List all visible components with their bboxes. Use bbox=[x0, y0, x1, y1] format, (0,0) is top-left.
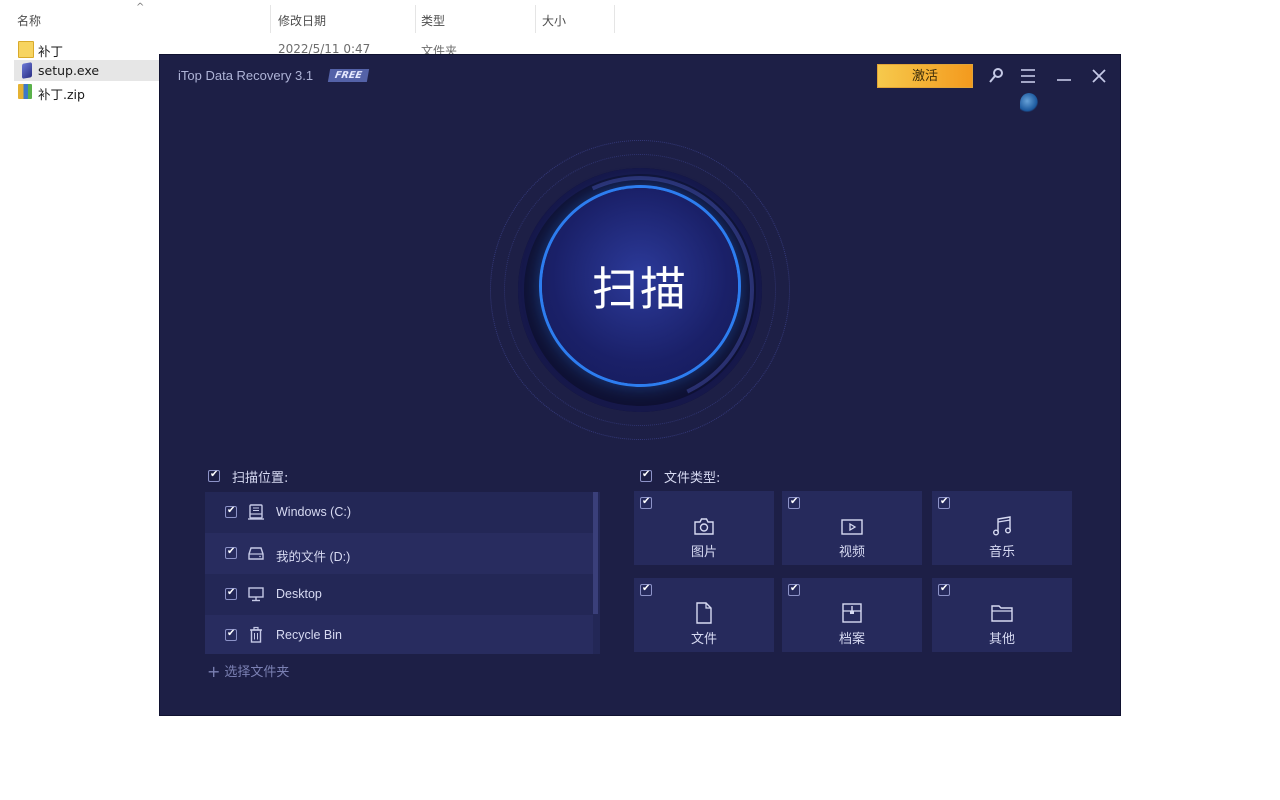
key-icon[interactable] bbox=[985, 65, 1007, 87]
file-type-checkbox[interactable] bbox=[938, 583, 950, 596]
scan-button[interactable]: 扫描 bbox=[542, 188, 738, 384]
video-icon bbox=[840, 515, 864, 537]
close-icon[interactable] bbox=[1088, 65, 1110, 87]
file-modified: 2022/5/11 0:47 bbox=[278, 42, 371, 56]
location-item[interactable]: 我的文件 (D:) bbox=[205, 533, 593, 574]
file-name: 补丁 bbox=[38, 44, 64, 59]
activate-button[interactable]: 激活 bbox=[877, 64, 973, 88]
scan-label: 扫描 bbox=[592, 262, 688, 316]
file-type-checkbox[interactable] bbox=[640, 469, 652, 482]
location-item[interactable]: Recycle Bin bbox=[205, 615, 593, 654]
file-type-card-archives[interactable]: 档案 bbox=[782, 578, 922, 652]
app-window: iTop Data Recovery 3.1 FREE 激活 扫描 扫描位置: bbox=[160, 55, 1120, 715]
column-type[interactable]: 类型 bbox=[421, 12, 445, 29]
column-divider[interactable] bbox=[415, 5, 416, 33]
trash-icon bbox=[247, 626, 265, 644]
location-checkbox[interactable] bbox=[225, 587, 237, 600]
file-type-name: 档案 bbox=[838, 632, 865, 647]
file-row[interactable]: setup.exe bbox=[14, 60, 160, 81]
scan-location-checkbox[interactable] bbox=[208, 469, 220, 482]
file-type-card-images[interactable]: 图片 bbox=[634, 491, 774, 565]
location-label: 我的文件 (D:) bbox=[276, 550, 351, 564]
file-type-label: 文件类型: bbox=[664, 471, 721, 486]
document-icon bbox=[692, 602, 716, 624]
scan-area: 扫描 bbox=[480, 130, 800, 450]
file-type-name: 音乐 bbox=[988, 545, 1015, 560]
column-size[interactable]: 大小 bbox=[542, 12, 566, 29]
location-checkbox[interactable] bbox=[225, 628, 237, 641]
folder-icon bbox=[990, 602, 1014, 624]
music-icon bbox=[990, 515, 1014, 537]
file-type-card-videos[interactable]: 视频 bbox=[782, 491, 922, 565]
monitor-icon bbox=[247, 585, 265, 603]
minimize-icon[interactable] bbox=[1053, 65, 1075, 87]
menu-icon[interactable] bbox=[1017, 65, 1039, 87]
file-type-card-other[interactable]: 其他 bbox=[932, 578, 1072, 652]
file-type-checkbox[interactable] bbox=[938, 496, 950, 509]
exe-icon bbox=[22, 62, 32, 79]
location-item[interactable]: Windows (C:) bbox=[205, 492, 593, 533]
file-type-checkbox[interactable] bbox=[788, 496, 800, 509]
archive-icon bbox=[840, 602, 864, 624]
file-type-card-documents[interactable]: 文件 bbox=[634, 578, 774, 652]
column-name[interactable]: 名称 bbox=[17, 12, 41, 29]
location-checkbox[interactable] bbox=[225, 546, 237, 559]
hard-drive-icon bbox=[247, 503, 265, 521]
folder-icon bbox=[18, 41, 34, 58]
file-type-card-music[interactable]: 音乐 bbox=[932, 491, 1072, 565]
location-list: Windows (C:) 我的文件 (D:) Desktop Recycle B… bbox=[205, 492, 600, 654]
camera-icon bbox=[692, 515, 716, 537]
column-divider[interactable] bbox=[614, 5, 615, 33]
zip-icon bbox=[18, 84, 32, 99]
file-row[interactable]: 补丁 bbox=[14, 38, 160, 59]
scan-location-header[interactable]: 扫描位置: bbox=[208, 467, 408, 486]
column-header: 名称 ^ 修改日期 类型 大小 bbox=[0, 0, 620, 38]
column-modified[interactable]: 修改日期 bbox=[278, 12, 326, 29]
file-type-name: 其他 bbox=[988, 632, 1015, 647]
file-type-checkbox[interactable] bbox=[788, 583, 800, 596]
location-label: Windows (C:) bbox=[276, 505, 352, 519]
file-type-name: 图片 bbox=[690, 545, 717, 560]
file-type-name: 文件 bbox=[690, 632, 717, 647]
file-type-header[interactable]: 文件类型: bbox=[640, 467, 840, 486]
location-checkbox[interactable] bbox=[225, 505, 237, 518]
file-row[interactable]: 补丁.zip bbox=[14, 81, 160, 102]
free-badge: FREE bbox=[327, 69, 369, 82]
select-folder-button[interactable]: + 选择文件夹 bbox=[207, 661, 289, 681]
mouse-cursor-icon bbox=[1020, 93, 1038, 113]
location-scrollbar[interactable] bbox=[593, 492, 598, 614]
file-type-checkbox[interactable] bbox=[640, 496, 652, 509]
select-folder-label: 选择文件夹 bbox=[224, 665, 290, 680]
file-type-name: 视频 bbox=[838, 545, 865, 560]
app-title: iTop Data Recovery 3.1 bbox=[178, 68, 314, 83]
scan-location-label: 扫描位置: bbox=[232, 471, 289, 486]
column-divider[interactable] bbox=[535, 5, 536, 33]
column-divider[interactable] bbox=[270, 5, 271, 33]
file-type-checkbox[interactable] bbox=[640, 583, 652, 596]
drive-icon bbox=[247, 544, 265, 562]
plus-icon: + bbox=[207, 662, 221, 681]
location-label: Recycle Bin bbox=[276, 628, 342, 642]
location-label: Desktop bbox=[276, 587, 322, 601]
file-name: setup.exe bbox=[38, 63, 100, 78]
location-item[interactable]: Desktop bbox=[205, 574, 593, 615]
file-name: 补丁.zip bbox=[38, 87, 85, 102]
sort-up-icon: ^ bbox=[136, 2, 145, 13]
